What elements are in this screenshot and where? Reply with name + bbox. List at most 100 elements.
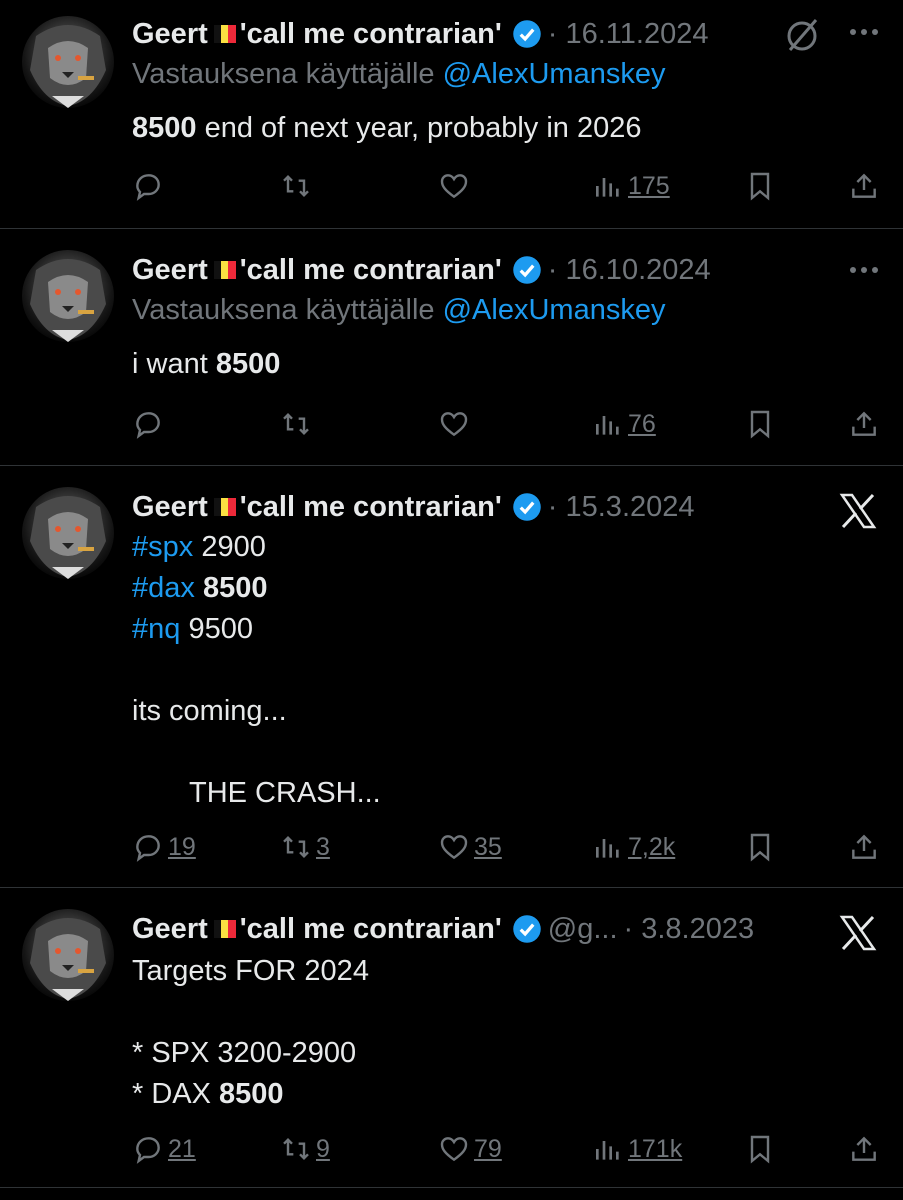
hashtag-spx[interactable]: #spx	[132, 531, 193, 563]
retweet-button[interactable]: 9	[280, 1129, 330, 1169]
tweet-line-dax: * DAX 8500	[132, 1074, 369, 1115]
tweet-header: Geert 'call me contrarian' @g... · 3.8.2…	[132, 909, 754, 949]
reply-icon	[136, 835, 160, 862]
views-count: 171k	[628, 1134, 683, 1163]
grok-slash-icon[interactable]	[780, 14, 824, 58]
share-button[interactable]	[848, 404, 880, 444]
tweet-2[interactable]: Geert 'call me contrarian' · 16.10.2024 …	[0, 228, 903, 466]
retweet-count: 3	[316, 832, 330, 861]
author-handle[interactable]: @g...	[548, 913, 618, 946]
tweet-text: Targets FOR 2024 * SPX 3200-2900 * DAX 850…	[132, 951, 369, 1115]
dax-value: 8500	[194, 572, 268, 604]
avatar[interactable]	[22, 250, 114, 342]
reply-button[interactable]: 21	[132, 1129, 196, 1169]
views-bar-chart-icon	[596, 1141, 619, 1160]
bookmark-button[interactable]	[744, 404, 776, 444]
belgium-flag-icon	[213, 25, 236, 43]
hashtag-dax[interactable]: #dax	[132, 572, 195, 604]
belgium-flag-icon	[213, 261, 236, 279]
heart-icon	[440, 174, 468, 199]
author-name-suffix[interactable]: 'call me contrarian'	[240, 913, 502, 946]
bookmark-button[interactable]	[744, 166, 776, 206]
like-button[interactable]: 35	[438, 827, 502, 867]
bookmark-button[interactable]	[744, 1129, 776, 1169]
share-icon	[852, 834, 876, 859]
author-name[interactable]: Geert	[132, 913, 208, 946]
views-button[interactable]: 175	[592, 166, 670, 206]
tweet-line-dax: #dax 8500	[132, 568, 381, 609]
author-name-suffix[interactable]: 'call me contrarian'	[240, 254, 502, 287]
author-name-suffix[interactable]: 'call me contrarian'	[240, 491, 502, 524]
retweet-button[interactable]	[280, 404, 316, 444]
reply-mention-link[interactable]: @AlexUmanskey	[443, 58, 666, 90]
share-button[interactable]	[848, 166, 880, 206]
reply-icon	[136, 1137, 160, 1164]
heart-icon	[440, 835, 468, 860]
retweet-icon	[283, 835, 309, 859]
tweet-line-nq: #nq 9500	[132, 609, 381, 650]
heart-icon	[440, 412, 468, 437]
reply-count: 21	[168, 1134, 196, 1163]
bookmark-icon	[750, 1135, 770, 1164]
like-count: 35	[474, 832, 502, 861]
x-logo-icon[interactable]	[836, 911, 880, 955]
avatar[interactable]	[22, 16, 114, 108]
tweet-line-spx: #spx 2900	[132, 527, 381, 568]
reply-button[interactable]	[132, 166, 168, 206]
x-logo-icon[interactable]	[836, 489, 880, 533]
avatar[interactable]	[22, 487, 114, 579]
reply-icon	[136, 174, 160, 201]
author-name[interactable]: Geert	[132, 18, 208, 51]
tweet-text-pre: i want	[132, 348, 216, 380]
views-count: 76	[628, 409, 656, 438]
retweet-icon	[283, 174, 309, 198]
tweet-3[interactable]: Geert 'call me contrarian' · 15.3.2024 #…	[0, 465, 903, 888]
share-icon	[852, 173, 876, 198]
author-name-suffix[interactable]: 'call me contrarian'	[240, 18, 502, 51]
share-button[interactable]	[848, 1129, 880, 1169]
views-button[interactable]: 7,2k	[592, 827, 675, 867]
tweet-text: 8500 end of next year, probably in 2026	[132, 108, 642, 149]
author-name[interactable]: Geert	[132, 491, 208, 524]
like-button[interactable]	[438, 166, 474, 206]
tweet-line-crash: THE CRASH...	[189, 777, 381, 809]
reply-button[interactable]: 19	[132, 827, 196, 867]
tweet-1[interactable]: Geert 'call me contrarian' · 16.11.2024 …	[0, 0, 903, 229]
action-bar: 19 3 35 7,2k	[132, 827, 882, 867]
views-button[interactable]: 76	[592, 404, 656, 444]
more-options-icon[interactable]	[847, 260, 881, 280]
tweet-4[interactable]: Geert 'call me contrarian' @g... · 3.8.2…	[0, 887, 903, 1188]
tweet-header: Geert 'call me contrarian' · 15.3.2024	[132, 487, 695, 527]
share-icon	[852, 1136, 876, 1161]
reply-mention-link[interactable]: @AlexUmanskey	[443, 294, 666, 326]
bookmark-icon	[750, 172, 770, 201]
tweet-text: #spx 2900 #dax 8500 #nq 9500 its coming... T…	[132, 527, 381, 814]
tweet-header: Geert 'call me contrarian' · 16.11.2024	[132, 14, 709, 54]
views-button[interactable]: 171k	[592, 1129, 682, 1169]
tweet-date[interactable]: · 15.3.2024	[548, 491, 695, 524]
retweet-button[interactable]	[280, 166, 316, 206]
tweet-date[interactable]: · 16.10.2024	[548, 254, 711, 287]
hashtag-nq[interactable]: #nq	[132, 613, 180, 645]
like-button[interactable]	[438, 404, 474, 444]
more-options-icon[interactable]	[847, 22, 881, 42]
tweet-date[interactable]: · 16.11.2024	[548, 18, 709, 51]
verified-badge-icon	[513, 915, 541, 943]
action-bar: 21 9 79 171k	[132, 1129, 882, 1169]
retweet-count: 9	[316, 1134, 330, 1163]
views-count: 7,2k	[628, 832, 676, 861]
heart-icon	[440, 1137, 468, 1162]
retweet-button[interactable]: 3	[280, 827, 330, 867]
tweet-date[interactable]: · 3.8.2023	[624, 913, 755, 946]
author-name[interactable]: Geert	[132, 254, 208, 287]
retweet-icon	[283, 412, 309, 436]
bookmark-button[interactable]	[744, 827, 776, 867]
reply-prefix: Vastauksena käyttäjälle	[132, 58, 435, 90]
belgium-flag-icon	[213, 920, 236, 938]
views-bar-chart-icon	[596, 839, 619, 858]
like-button[interactable]: 79	[438, 1129, 502, 1169]
reply-button[interactable]	[132, 404, 168, 444]
reply-context: Vastauksena käyttäjälle @AlexUmanskey	[132, 294, 665, 327]
share-button[interactable]	[848, 827, 880, 867]
avatar[interactable]	[22, 909, 114, 1001]
